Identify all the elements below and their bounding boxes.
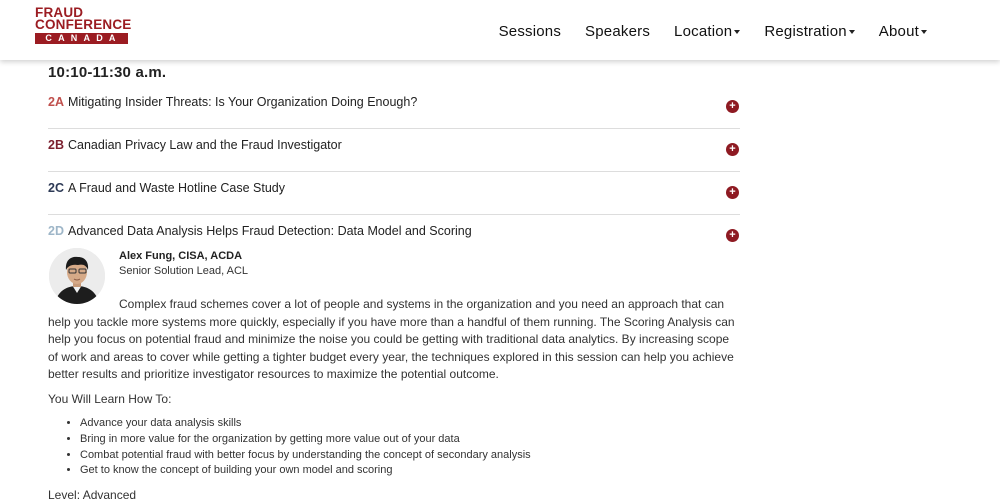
session-title-text: Canadian Privacy Law and the Fraud Inves… (67, 138, 342, 152)
caret-down-icon (921, 30, 927, 34)
session-title-text: Advanced Data Analysis Helps Fraud Detec… (67, 224, 472, 238)
speaker-name: Alex Fung, CISA, ACDA (119, 250, 243, 262)
list-item: Advance your data analysis skills (80, 416, 531, 432)
list-item: Combat potential fraud with better focus… (80, 448, 531, 464)
site-header: FRAUD CONFERENCE CANADA Sessions Speaker… (0, 0, 1000, 60)
session-row-2c[interactable]: 2C A Fraud and Waste Hotline Case Study + (48, 174, 740, 215)
plus-circle-icon[interactable]: + (726, 186, 739, 199)
nav-sessions[interactable]: Sessions (499, 23, 561, 40)
logo-line-3: CANADA (35, 33, 128, 44)
session-row-2b[interactable]: 2B Canadian Privacy Law and the Fraud Inv… (48, 131, 740, 172)
learn-heading: You Will Learn How To: (48, 392, 172, 406)
session-title: 2B Canadian Privacy Law and the Fraud Inv… (48, 138, 342, 152)
plus-circle-icon[interactable]: + (726, 143, 739, 156)
session-title: 2A Mitigating Insider Threats: Is Your Or… (48, 95, 417, 109)
session-description: Complex fraud schemes cover a lot of peo… (48, 297, 735, 381)
nav-location[interactable]: Location (674, 23, 741, 40)
session-title: 2C A Fraud and Waste Hotline Case Study (48, 181, 285, 195)
session-code: 2B (48, 138, 64, 152)
session-title-text: Mitigating Insider Threats: Is Your Orga… (67, 95, 418, 109)
nav-speakers-label: Speakers (585, 23, 651, 40)
speaker-role: Senior Solution Lead, ACL (119, 265, 249, 277)
logo-line-2: CONFERENCE (35, 17, 132, 32)
main-nav: Sessions Speakers Location Registration … (475, 23, 927, 40)
nav-about[interactable]: About (879, 23, 927, 40)
session-code: 2C (48, 181, 64, 195)
caret-down-icon (734, 30, 741, 34)
list-item: Get to know the concept of building your… (80, 463, 531, 479)
session-title-text: A Fraud and Waste Hotline Case Study (67, 181, 285, 195)
caret-down-icon (848, 30, 855, 34)
session-code: 2A (48, 95, 64, 109)
session-title: 2D Advanced Data Analysis Helps Fraud Det… (48, 224, 472, 238)
nav-about-label: About (878, 23, 919, 40)
nav-location-label: Location (674, 23, 733, 40)
session-row-2a[interactable]: 2A Mitigating Insider Threats: Is Your Or… (48, 88, 740, 129)
plus-circle-icon[interactable]: + (726, 100, 739, 113)
session-code: 2D (48, 224, 64, 238)
nav-registration[interactable]: Registration (764, 23, 855, 40)
nav-speakers[interactable]: Speakers (585, 23, 650, 40)
time-slot-heading: 10:10-11:30 a.m. (48, 64, 167, 81)
plus-circle-icon[interactable]: + (726, 229, 739, 242)
nav-registration-label: Registration (764, 23, 847, 40)
learn-list: Advance your data analysis skills Bring … (62, 416, 531, 479)
site-logo[interactable]: FRAUD CONFERENCE CANADA (35, 6, 132, 44)
nav-sessions-label: Sessions (498, 23, 562, 40)
list-item: Bring in more value for the organization… (80, 432, 531, 448)
